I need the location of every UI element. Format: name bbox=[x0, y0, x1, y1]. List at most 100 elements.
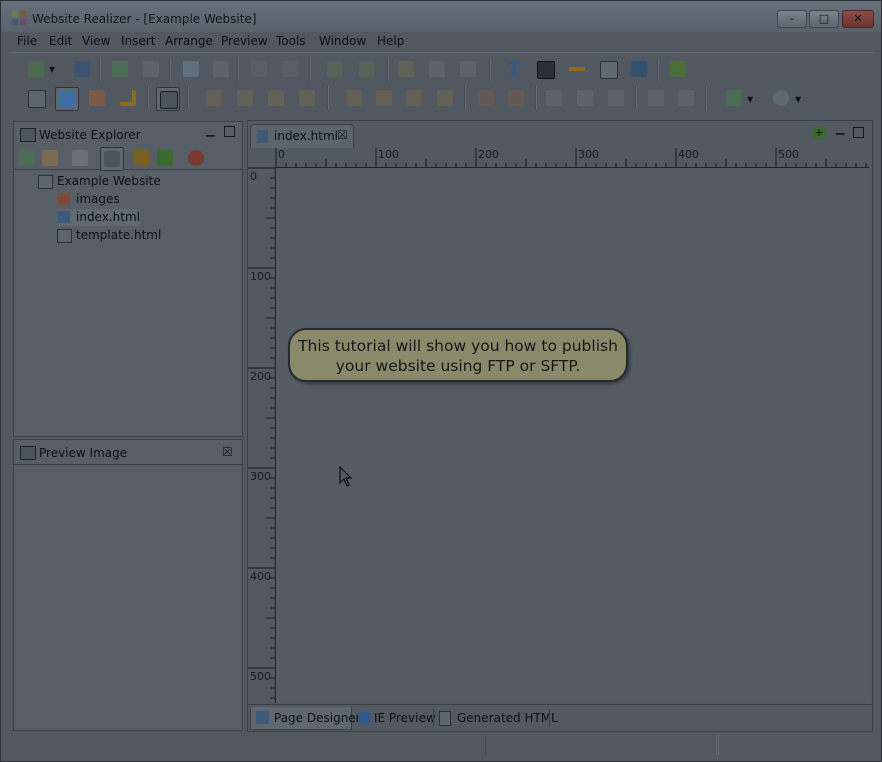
rulers-button[interactable] bbox=[156, 87, 180, 111]
redo-button[interactable] bbox=[356, 58, 378, 80]
status-bar bbox=[9, 733, 875, 755]
minimize-editor-icon[interactable]: ▁ bbox=[836, 122, 844, 135]
add-page-button[interactable] bbox=[16, 147, 38, 169]
page-properties-button[interactable] bbox=[210, 58, 232, 80]
move-tool-button[interactable] bbox=[55, 87, 79, 111]
minimize-button[interactable]: – bbox=[777, 10, 807, 28]
ruler-label: 300 bbox=[578, 148, 599, 161]
copy-button[interactable] bbox=[426, 58, 448, 80]
copy-icon bbox=[429, 61, 445, 77]
browser-preview-button[interactable] bbox=[770, 87, 792, 109]
menu-window[interactable]: Window bbox=[319, 34, 366, 48]
edit-page-button[interactable] bbox=[39, 147, 61, 169]
snap-tool-button[interactable] bbox=[117, 87, 139, 109]
edit-icon bbox=[42, 150, 58, 166]
insert-form-button[interactable] bbox=[667, 58, 689, 80]
minimize-panel-icon[interactable]: ▁ bbox=[206, 124, 214, 137]
table-icon bbox=[600, 61, 618, 79]
paste-button[interactable] bbox=[457, 58, 479, 80]
menu-file[interactable]: File bbox=[17, 34, 37, 48]
magnifier-icon bbox=[773, 90, 789, 106]
insert-table-button[interactable] bbox=[597, 58, 619, 80]
publish-ftp-button[interactable] bbox=[723, 87, 745, 109]
ruler-label: 200 bbox=[250, 370, 271, 383]
tab-ie-preview[interactable]: IE Preview bbox=[353, 707, 436, 729]
preview-image-panel: Preview Image ☒ bbox=[13, 439, 243, 731]
preview-site-button[interactable] bbox=[140, 58, 162, 80]
close-tab-icon[interactable]: ☒ bbox=[337, 128, 348, 142]
menu-edit[interactable]: Edit bbox=[49, 34, 72, 48]
publish-button[interactable] bbox=[109, 58, 131, 80]
chevron-down-icon[interactable]: ▼ bbox=[747, 95, 753, 104]
align-left-button[interactable] bbox=[343, 87, 365, 109]
add-icon[interactable]: + bbox=[812, 126, 826, 140]
add-page-icon bbox=[19, 150, 35, 166]
menu-view[interactable]: View bbox=[82, 34, 110, 48]
menu-insert[interactable]: Insert bbox=[121, 34, 155, 48]
resize-tool-button[interactable] bbox=[86, 87, 108, 109]
explorer-title: Website Explorer bbox=[39, 128, 141, 142]
form-icon bbox=[670, 61, 686, 77]
center-vertical-button[interactable] bbox=[505, 87, 527, 109]
html-page-icon bbox=[439, 711, 451, 726]
tab-page-designer[interactable]: Page Designer bbox=[250, 707, 361, 730]
maximize-panel-icon[interactable] bbox=[224, 126, 235, 137]
ruler-label: 500 bbox=[250, 670, 271, 683]
bring-forward-button[interactable] bbox=[265, 87, 287, 109]
delete-icon bbox=[188, 150, 204, 166]
menu-arrange[interactable]: Arrange bbox=[165, 34, 213, 48]
menu-help[interactable]: Help bbox=[377, 34, 404, 48]
duplicate-page-button[interactable] bbox=[69, 147, 91, 169]
insert-text-button[interactable] bbox=[503, 58, 525, 80]
undo-button[interactable] bbox=[324, 58, 346, 80]
menu-tools[interactable]: Tools bbox=[276, 34, 306, 48]
ruler-label: 100 bbox=[378, 148, 399, 161]
chevron-down-icon[interactable]: ▼ bbox=[795, 95, 801, 104]
ungroup-button[interactable] bbox=[675, 87, 697, 109]
same-height-button[interactable] bbox=[605, 87, 627, 109]
same-width-button[interactable] bbox=[574, 87, 596, 109]
ruler-label: 300 bbox=[250, 470, 271, 483]
align-bottom-button[interactable] bbox=[434, 87, 456, 109]
save-all-button[interactable] bbox=[279, 58, 301, 80]
ruler-label: 0 bbox=[278, 148, 285, 161]
center-vertical-icon bbox=[508, 90, 524, 106]
delete-page-button[interactable] bbox=[185, 147, 207, 169]
center-horizontal-button[interactable] bbox=[475, 87, 497, 109]
tab-index-html[interactable]: index.html ☒ bbox=[250, 124, 354, 148]
tree-item-index[interactable]: index.html bbox=[57, 209, 140, 226]
menu-preview[interactable]: Preview bbox=[221, 34, 268, 48]
insert-image-button[interactable] bbox=[628, 58, 650, 80]
toolbar-separator bbox=[327, 86, 329, 110]
ruler-label: 400 bbox=[678, 148, 699, 161]
new-page-icon bbox=[183, 61, 199, 77]
preview-toggle-button[interactable] bbox=[100, 147, 124, 171]
group-icon bbox=[648, 90, 664, 106]
redo-icon bbox=[359, 61, 375, 77]
group-button[interactable] bbox=[645, 87, 667, 109]
bring-front-button[interactable] bbox=[203, 87, 225, 109]
tab-generated-html[interactable]: Generated HTML bbox=[434, 707, 558, 729]
send-back-button[interactable] bbox=[234, 87, 256, 109]
cut-button[interactable] bbox=[395, 58, 417, 80]
close-button[interactable]: ✕ bbox=[842, 10, 874, 28]
save-button[interactable] bbox=[248, 58, 270, 80]
move-down-button[interactable] bbox=[154, 147, 176, 169]
maximize-editor-icon[interactable] bbox=[853, 127, 864, 138]
align-right-button[interactable] bbox=[373, 87, 395, 109]
grid-button[interactable] bbox=[25, 87, 47, 109]
design-canvas[interactable] bbox=[276, 168, 869, 703]
same-size-button[interactable] bbox=[543, 87, 565, 109]
preview-image-icon bbox=[104, 151, 120, 167]
close-icon[interactable]: ☒ bbox=[222, 445, 233, 459]
align-top-button[interactable] bbox=[403, 87, 425, 109]
move-up-button[interactable] bbox=[131, 147, 153, 169]
maximize-button[interactable]: □ bbox=[809, 10, 839, 28]
insert-line-button[interactable] bbox=[566, 58, 588, 80]
send-backward-button[interactable] bbox=[296, 87, 318, 109]
new-website-button[interactable] bbox=[25, 58, 47, 80]
insert-html-button[interactable] bbox=[534, 58, 556, 80]
chevron-down-icon[interactable]: ▼ bbox=[49, 65, 55, 74]
new-page-button[interactable] bbox=[180, 58, 202, 80]
website-properties-button[interactable] bbox=[71, 58, 93, 80]
